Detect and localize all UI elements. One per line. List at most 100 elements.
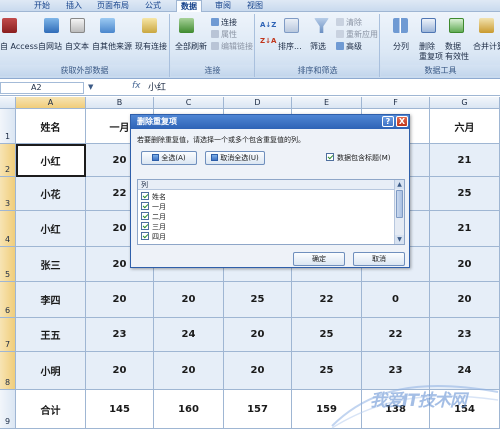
cell-g7[interactable]: 23 [430, 318, 500, 352]
formula-input[interactable]: 小红 [148, 82, 166, 94]
existing-connections-button[interactable]: 现有连接 [135, 42, 167, 52]
existing-connections-icon [142, 18, 157, 33]
column-checkbox-item[interactable]: 三月 [141, 222, 166, 231]
column-header-d[interactable]: D [224, 97, 292, 109]
cell-a2[interactable]: 小红 [16, 144, 86, 177]
clear-button[interactable]: 清除 [336, 18, 362, 28]
tab-page-layout[interactable]: 页面布局 [95, 0, 131, 12]
cell-a9[interactable]: 合计 [16, 390, 86, 429]
column-checkbox-item[interactable]: 二月 [141, 212, 166, 221]
connections-button[interactable]: 连接 [211, 18, 237, 28]
name-box-dropdown-icon[interactable]: ▼ [88, 83, 93, 91]
select-all-corner[interactable] [0, 97, 16, 109]
from-text-button[interactable]: 自文本 [65, 42, 89, 52]
cell-c7[interactable]: 24 [154, 318, 224, 352]
cell-g5[interactable]: 20 [430, 247, 500, 282]
cell-g2[interactable]: 21 [430, 144, 500, 177]
edit-links-button[interactable]: 编辑链接 [211, 42, 253, 52]
data-validation-button[interactable]: 数据 有效性 [445, 42, 469, 62]
tab-view[interactable]: 视图 [244, 0, 266, 12]
cell-b8[interactable]: 20 [86, 352, 154, 390]
select-all-button[interactable]: 全选(A) [141, 151, 197, 165]
cell-a4[interactable]: 小红 [16, 211, 86, 247]
scroll-down-icon[interactable]: ▼ [395, 235, 404, 244]
row-header-7[interactable]: 7 [0, 318, 16, 352]
column-checkbox-item[interactable]: 四月 [141, 232, 166, 241]
row-header-1[interactable]: 1 [0, 109, 16, 144]
insert-function-icon[interactable]: fx [132, 81, 141, 91]
filter-button[interactable]: 筛选 [310, 42, 326, 52]
cell-c8[interactable]: 20 [154, 352, 224, 390]
sort-za-icon[interactable]: Z↓A [260, 36, 276, 46]
dialog-titlebar[interactable]: 删除重复项 ? X [131, 115, 409, 129]
cell-c9[interactable]: 160 [154, 390, 224, 429]
cell-d9[interactable]: 157 [224, 390, 292, 429]
cell-g3[interactable]: 25 [430, 177, 500, 211]
properties-button[interactable]: 属性 [211, 30, 237, 40]
cell-e6[interactable]: 22 [292, 282, 362, 318]
row-header-2[interactable]: 2 [0, 144, 16, 177]
group-title: 数据工具 [381, 65, 500, 76]
connections-icon [211, 18, 219, 26]
scrollbar-thumb[interactable] [396, 190, 403, 218]
tab-insert[interactable]: 插入 [64, 0, 84, 12]
unselect-all-button[interactable]: 取消全选(U) [205, 151, 265, 165]
tab-home[interactable]: 开始 [32, 0, 52, 12]
cell-a5[interactable]: 张三 [16, 247, 86, 282]
tab-formulas[interactable]: 公式 [142, 0, 164, 12]
cell-g1[interactable]: 六月 [430, 109, 500, 144]
cell-g6[interactable]: 20 [430, 282, 500, 318]
cell-f7[interactable]: 22 [362, 318, 430, 352]
row-header-4[interactable]: 4 [0, 211, 16, 247]
scroll-up-icon[interactable]: ▲ [395, 180, 404, 189]
cell-a1[interactable]: 姓名 [16, 109, 86, 144]
ok-button[interactable]: 确定 [293, 252, 345, 266]
has-headers-checkbox[interactable]: 数据包含标题(M) [326, 153, 391, 163]
reapply-button[interactable]: 重新应用 [336, 30, 378, 40]
cancel-button[interactable]: 取消 [353, 252, 405, 266]
row-header-9[interactable]: 9 [0, 390, 16, 429]
name-box[interactable]: A2 [0, 82, 84, 94]
row-header-8[interactable]: 8 [0, 352, 16, 390]
column-header-b[interactable]: B [86, 97, 154, 109]
cell-c6[interactable]: 20 [154, 282, 224, 318]
row-header-5[interactable]: 5 [0, 247, 16, 282]
help-button[interactable]: ? [382, 116, 394, 127]
column-header-e[interactable]: E [292, 97, 362, 109]
column-checkbox-item[interactable]: 一月 [141, 202, 166, 211]
cell-b9[interactable]: 145 [86, 390, 154, 429]
column-header-c[interactable]: C [154, 97, 224, 109]
from-access-button[interactable]: 自 Access [0, 42, 38, 52]
cell-b7[interactable]: 23 [86, 318, 154, 352]
cell-f6[interactable]: 0 [362, 282, 430, 318]
cell-a6[interactable]: 李四 [16, 282, 86, 318]
sort-az-icon[interactable]: A↓Z [260, 20, 276, 30]
remove-duplicates-button[interactable]: 删除 重复项 [419, 42, 443, 62]
cell-a3[interactable]: 小花 [16, 177, 86, 211]
column-header-f[interactable]: F [362, 97, 430, 109]
remove-duplicates-icon [421, 18, 436, 33]
consolidate-button[interactable]: 合并计算 [473, 42, 500, 52]
sort-button[interactable]: 排序... [278, 42, 302, 52]
column-header-g[interactable]: G [430, 97, 500, 109]
cell-d6[interactable]: 25 [224, 282, 292, 318]
advanced-button[interactable]: 高级 [336, 42, 362, 52]
close-button[interactable]: X [396, 116, 408, 127]
tab-review[interactable]: 审阅 [212, 0, 234, 12]
cell-d7[interactable]: 20 [224, 318, 292, 352]
row-header-3[interactable]: 3 [0, 177, 16, 211]
row-header-6[interactable]: 6 [0, 282, 16, 318]
from-web-button[interactable]: 自网站 [38, 42, 62, 52]
text-to-columns-button[interactable]: 分列 [393, 42, 409, 52]
columns-list-scrollbar[interactable]: ▲ ▼ [394, 180, 404, 244]
cell-g4[interactable]: 21 [430, 211, 500, 247]
refresh-all-button[interactable]: 全部刷新 [175, 42, 207, 52]
from-other-sources-button[interactable]: 自其他来源 [92, 42, 132, 52]
column-header-a[interactable]: A [16, 97, 86, 109]
cell-d8[interactable]: 20 [224, 352, 292, 390]
cell-a8[interactable]: 小明 [16, 352, 86, 390]
cell-a7[interactable]: 王五 [16, 318, 86, 352]
cell-b6[interactable]: 20 [86, 282, 154, 318]
cell-e7[interactable]: 25 [292, 318, 362, 352]
column-checkbox-item[interactable]: 姓名 [141, 192, 166, 201]
